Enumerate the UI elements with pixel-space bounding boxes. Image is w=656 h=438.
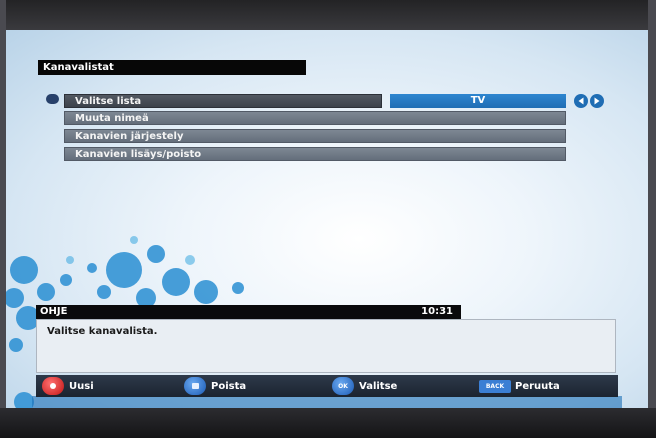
help-title: OHJE bbox=[40, 306, 68, 317]
footer-button-bar: Uusi Poista OK Valitse BACK Peruuta bbox=[36, 375, 618, 397]
selection-bullet-icon bbox=[46, 94, 59, 104]
left-right-arrows-icon[interactable] bbox=[573, 93, 607, 109]
menu-item-channel-sort[interactable]: Kanavien järjestely bbox=[64, 129, 566, 143]
tv-screen: Kanavalistat Valitse lista TV Muuta nime… bbox=[6, 30, 648, 410]
help-text: Valitse kanavalista. bbox=[47, 326, 158, 337]
red-button-icon bbox=[42, 377, 64, 395]
delete-button[interactable]: Poista bbox=[184, 375, 246, 397]
tv-bezel-top bbox=[0, 0, 656, 30]
new-button[interactable]: Uusi bbox=[42, 375, 94, 397]
menu-title: Kanavalistat bbox=[38, 60, 306, 75]
menu-item-select-list[interactable]: Valitse lista bbox=[64, 94, 382, 108]
clock-time: 10:31 bbox=[421, 306, 453, 317]
tv-bezel-bottom bbox=[0, 408, 656, 438]
menu-item-rename[interactable]: Muuta nimeä bbox=[64, 111, 566, 125]
blue-square-button-icon bbox=[184, 377, 206, 395]
back-key-icon: BACK bbox=[479, 379, 511, 393]
menu-item-channel-add-remove[interactable]: Kanavien lisäys/poisto bbox=[64, 147, 566, 161]
list-value-selector[interactable]: TV bbox=[390, 94, 566, 108]
select-button[interactable]: OK Valitse bbox=[332, 375, 397, 397]
help-text-panel: Valitse kanavalista. bbox=[36, 319, 616, 373]
tv-bezel-right bbox=[648, 0, 656, 438]
new-button-label: Uusi bbox=[69, 380, 94, 392]
ok-key-label: OK bbox=[338, 382, 348, 390]
help-header: OHJE 10:31 bbox=[36, 305, 461, 319]
cancel-button[interactable]: BACK Peruuta bbox=[479, 375, 560, 397]
delete-button-label: Poista bbox=[211, 380, 247, 392]
cancel-button-label: Peruuta bbox=[515, 380, 560, 392]
select-button-label: Valitse bbox=[359, 380, 398, 392]
ok-button-icon: OK bbox=[332, 377, 354, 395]
